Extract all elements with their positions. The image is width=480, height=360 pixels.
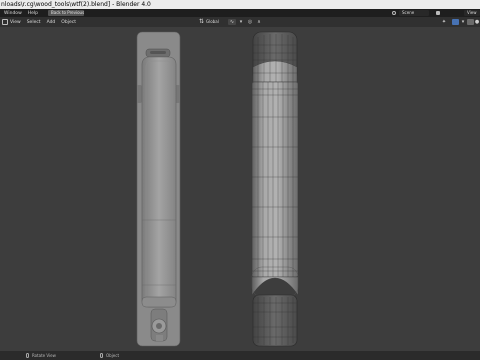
xray-button[interactable] (467, 19, 474, 25)
grip-object-right[interactable] (251, 31, 299, 347)
scene-icon (392, 11, 396, 15)
transform-orientation-dropdown[interactable]: Global (206, 19, 226, 25)
overlays-button[interactable] (452, 19, 459, 25)
menu-window[interactable]: Window (4, 11, 22, 16)
top-menu-bar: Window Help Back to Previous Scene View (0, 9, 480, 17)
shading-icon[interactable]: ● (474, 19, 480, 25)
viewport-menu: View Select Add Object (10, 18, 82, 26)
scene-selector[interactable]: Scene (399, 10, 429, 16)
main-menu: Window Help (4, 9, 44, 17)
menu-select[interactable]: Select (27, 20, 41, 25)
proportional-editing-icon[interactable]: ◎ (247, 19, 253, 25)
transform-pivot-icon[interactable]: ⇅ (199, 19, 205, 25)
view-layer-icon (436, 11, 440, 15)
menu-help[interactable]: Help (28, 11, 38, 16)
status-object-label: Object (106, 353, 120, 358)
window-title: nloads\r.cg\wood_tools\wtf(2).blend] - B… (0, 0, 480, 9)
editor-type-icon[interactable] (2, 19, 8, 25)
snap-target-icon[interactable]: ▾ (238, 19, 244, 25)
overlays-dropdown-icon[interactable]: ▾ (460, 19, 466, 25)
view-layer-selector[interactable]: View (464, 10, 480, 16)
3d-viewport[interactable] (0, 27, 480, 351)
status-rotate: Rotate View (26, 351, 56, 360)
viewport-canvas (136, 31, 299, 347)
viewport-header: View Select Add Object ⇅ Global ∿ ▾ ◎ ∧ … (0, 17, 480, 27)
status-object: Object (100, 351, 119, 360)
menu-add[interactable]: Add (47, 20, 56, 25)
status-rotate-label: Rotate View (32, 353, 56, 358)
mouse-right-icon (100, 353, 103, 358)
proportional-falloff-icon[interactable]: ∧ (256, 19, 262, 25)
mouse-icon (26, 353, 29, 358)
snap-icon[interactable]: ∿ (228, 19, 236, 25)
menu-object[interactable]: Object (61, 20, 76, 25)
visibility-icon[interactable]: ✦ (441, 19, 447, 25)
status-bar: Rotate View Object (0, 351, 480, 360)
handle-object-left[interactable] (136, 31, 181, 347)
back-to-previous-button[interactable]: Back to Previous (48, 10, 84, 16)
menu-view[interactable]: View (10, 20, 21, 25)
